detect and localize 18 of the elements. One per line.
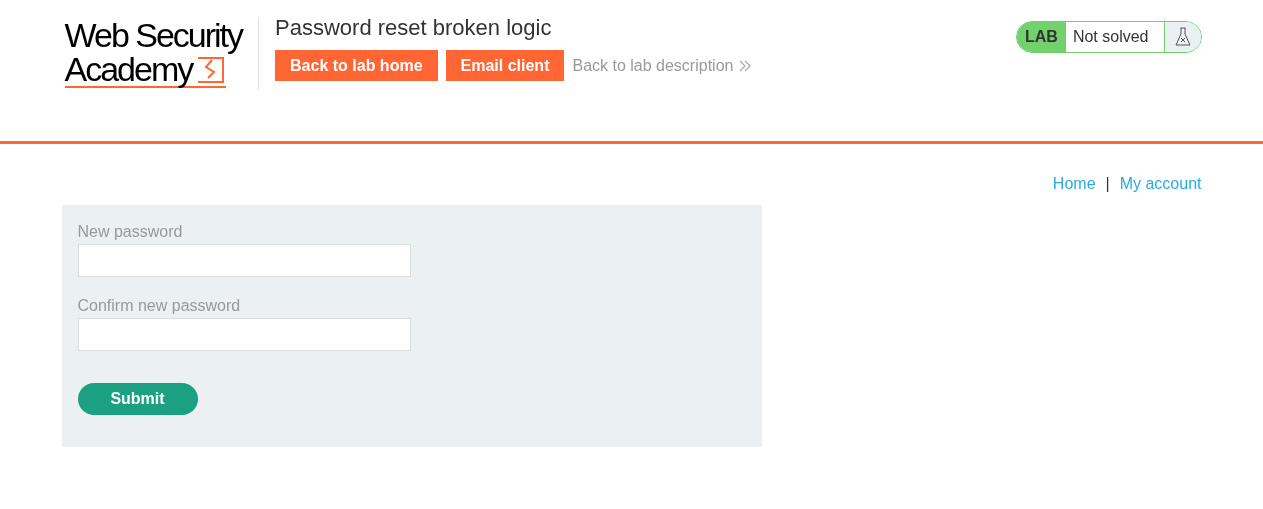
chevron-icon: [739, 59, 752, 72]
lab-title: Password reset broken logic: [275, 18, 553, 38]
field-label: Confirm new password: [77, 297, 241, 315]
nav-link[interactable]: Home: [1052, 175, 1096, 193]
lab-description-link[interactable]: Back to lab description: [572, 56, 734, 75]
lab-button[interactable]: Back to lab home: [275, 50, 438, 81]
logo[interactable]: Web Security Academy: [61, 18, 260, 90]
lab-badge: LAB: [1017, 22, 1066, 52]
bolt-icon: [196, 54, 227, 84]
field-label: New password: [77, 223, 183, 241]
lab-button[interactable]: Email client: [445, 50, 565, 81]
logo-text: Web Security: [64, 18, 243, 52]
password-field[interactable]: [77, 244, 411, 277]
nav-link[interactable]: My account: [1119, 175, 1202, 193]
password-field[interactable]: [77, 318, 411, 351]
logo-text: Academy: [64, 52, 193, 86]
nav-separator: |: [1105, 175, 1110, 193]
submit-button[interactable]: Submit: [77, 383, 198, 415]
